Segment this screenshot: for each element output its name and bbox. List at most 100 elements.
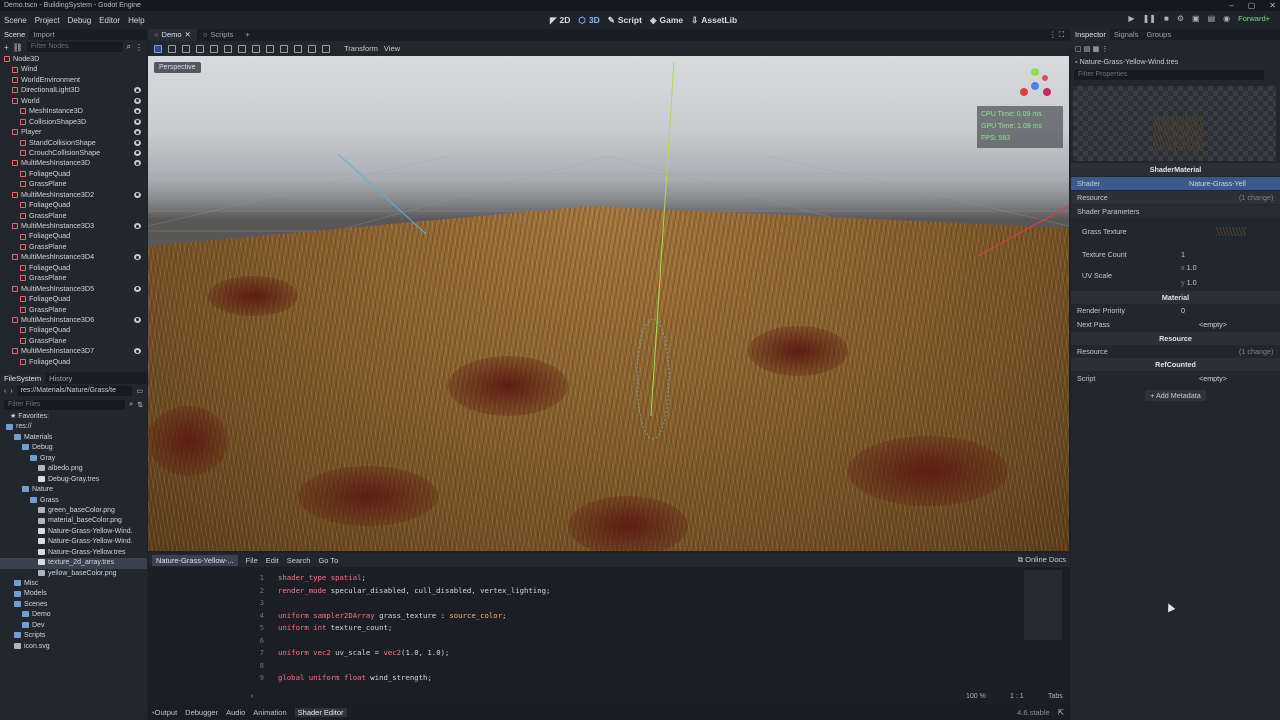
fs-file[interactable]: Debug-Gray.tres — [0, 475, 147, 485]
tab-groups[interactable]: Groups — [1142, 29, 1175, 40]
texture-count-value[interactable]: 1 — [1181, 248, 1185, 261]
menu-file[interactable]: File — [246, 556, 258, 565]
rotate-tool-icon[interactable] — [182, 44, 190, 53]
add-metadata-button[interactable]: + Add Metadata — [1071, 389, 1280, 402]
scene-node[interactable]: CollisionShape3D — [0, 117, 147, 127]
uv-scale-y[interactable]: y 1.0 — [1181, 276, 1271, 289]
tab-scene[interactable]: Scene — [0, 29, 30, 40]
scene-node[interactable]: FoliageQuad — [0, 200, 147, 210]
menu-edit[interactable]: Edit — [266, 556, 279, 565]
fs-file[interactable]: Nature-Grass-Yellow-Wind. — [0, 527, 147, 537]
filter-nodes-input[interactable]: Filter Nodes — [26, 42, 123, 52]
tab-import[interactable]: Import — [29, 29, 58, 40]
scene-node[interactable]: GrassPlane — [0, 305, 147, 315]
scene-node[interactable]: MultiMeshInstance3D — [0, 158, 147, 168]
visibility-icon[interactable] — [134, 149, 141, 156]
fs-folder[interactable]: Models — [0, 589, 147, 599]
workspace-script[interactable]: ✎ Script — [608, 15, 642, 26]
shader-file-tab[interactable]: Nature-Grass-Yellow-... — [152, 554, 238, 566]
visibility-icon[interactable] — [134, 316, 141, 323]
visibility-icon[interactable] — [134, 223, 141, 229]
visibility-icon[interactable] — [134, 160, 141, 167]
close-icon[interactable]: ✕ — [1269, 0, 1276, 11]
tab-filesystem[interactable]: FileSystem — [0, 373, 46, 384]
tab-debugger[interactable]: Debugger — [185, 708, 218, 717]
scene-node[interactable]: CrouchCollisionShape — [0, 148, 147, 158]
save-icon[interactable]: ▦ — [1093, 44, 1100, 53]
shader-property[interactable]: Shader Nature-Grass-Yell — [1071, 177, 1280, 190]
forward-icon[interactable]: › — [10, 388, 12, 395]
perspective-menu[interactable]: Perspective — [154, 62, 201, 73]
play-scene-icon[interactable]: ▣ — [1192, 14, 1200, 23]
scene-node[interactable]: FoliageQuad — [0, 169, 147, 179]
resource-path-row[interactable]: ▪ Nature-Grass-Yellow-Wind.tres — [1071, 55, 1280, 68]
select-tool-icon[interactable] — [154, 44, 162, 53]
grass-texture-thumbnail[interactable] — [1216, 227, 1246, 236]
3d-viewport[interactable]: Perspective CPU Time: 0.09 ms GPU Time: … — [148, 56, 1069, 551]
fs-folder[interactable]: Nature — [0, 485, 147, 495]
visibility-icon[interactable] — [134, 348, 141, 355]
tab-scripts[interactable]: ○ Scripts — [197, 29, 239, 41]
back-icon[interactable]: ‹ — [4, 388, 6, 395]
pause-icon[interactable]: ❚❚ — [1143, 14, 1156, 23]
environment-icon[interactable] — [308, 44, 316, 53]
scene-node[interactable]: FoliageQuad — [0, 294, 147, 304]
view-gizmo[interactable] — [1015, 64, 1055, 104]
distraction-free-icon[interactable]: ⋮ ⛶ — [1049, 30, 1070, 40]
maximize-icon[interactable]: ▢ — [1248, 0, 1256, 11]
scene-node[interactable]: Player — [0, 127, 147, 137]
menu-project[interactable]: Project — [31, 16, 64, 25]
shader-value[interactable]: Nature-Grass-Yell — [1189, 177, 1246, 190]
open-icon[interactable]: ▤ — [1084, 44, 1091, 53]
renderer-selector[interactable]: Forward+ — [1238, 14, 1270, 23]
workspace-3d[interactable]: ⬡ 3D — [578, 15, 599, 26]
fs-file[interactable]: texture_2d_array.tres — [0, 558, 147, 569]
fs-folder[interactable]: Gray — [0, 454, 147, 464]
fs-file[interactable]: Nature-Grass-Yellow.tres — [0, 548, 147, 558]
scene-node[interactable]: GrassPlane — [0, 242, 147, 252]
tab-shader-editor[interactable]: Shader Editor — [294, 708, 347, 717]
scene-node[interactable]: FoliageQuad — [0, 263, 147, 273]
scene-node[interactable]: Node3D — [0, 54, 147, 64]
zoom-level[interactable]: 100 % — [966, 693, 986, 700]
workspace-2d[interactable]: ◤ 2D — [550, 15, 570, 26]
fs-file[interactable]: material_baseColor.png — [0, 516, 147, 526]
scene-node[interactable]: StandCollisionShape — [0, 138, 147, 148]
scene-node[interactable]: GrassPlane — [0, 336, 147, 346]
sort-icon[interactable]: ⇅ — [137, 401, 143, 409]
tab-history[interactable]: History — [45, 373, 76, 384]
menu-scene[interactable]: Scene — [0, 16, 31, 25]
scene-node[interactable]: MultiMeshInstance3D2 — [0, 190, 147, 200]
resource-section[interactable]: Resource (1 change) — [1071, 191, 1280, 204]
ruler-icon[interactable] — [252, 44, 260, 53]
expand-panel-icon[interactable]: ⇱ — [1058, 708, 1070, 717]
scene-node[interactable]: FoliageQuad — [0, 325, 147, 335]
menu-debug[interactable]: Debug — [64, 16, 96, 25]
scene-node[interactable]: WorldEnvironment — [0, 75, 147, 85]
menu-help[interactable]: Help — [124, 16, 148, 25]
tab-audio[interactable]: Audio — [226, 708, 245, 717]
fs-folder[interactable]: Scenes — [0, 600, 147, 610]
menu-editor[interactable]: Editor — [95, 16, 124, 25]
fs-folder[interactable]: Debug — [0, 443, 147, 453]
fs-folder[interactable]: Grass — [0, 496, 147, 506]
render-priority-value[interactable]: 0 — [1181, 304, 1185, 317]
fs-folder[interactable]: Demo — [0, 610, 147, 620]
scale-tool-icon[interactable] — [196, 44, 204, 53]
scene-node[interactable]: World — [0, 96, 147, 106]
scene-node[interactable]: MultiMeshInstance3D7 — [0, 346, 147, 356]
fs-folder[interactable]: Materials — [0, 433, 147, 443]
scene-node[interactable]: GrassPlane — [0, 211, 147, 221]
more-icon[interactable] — [322, 44, 330, 53]
scene-node[interactable]: MeshInstance3D — [0, 106, 147, 116]
lock-icon[interactable] — [224, 44, 232, 53]
move-tool-icon[interactable] — [168, 44, 176, 53]
snap-icon[interactable] — [280, 44, 288, 53]
visibility-icon[interactable] — [134, 129, 141, 136]
scene-node[interactable]: Wind — [0, 64, 147, 74]
remote-debug-icon[interactable]: ⚙ — [1177, 14, 1184, 23]
tab-signals[interactable]: Signals — [1110, 29, 1143, 40]
scene-node[interactable]: FoliageQuad — [0, 231, 147, 241]
script-property[interactable]: Script <empty> — [1071, 372, 1280, 385]
fs-folder[interactable]: Scripts — [0, 631, 147, 641]
